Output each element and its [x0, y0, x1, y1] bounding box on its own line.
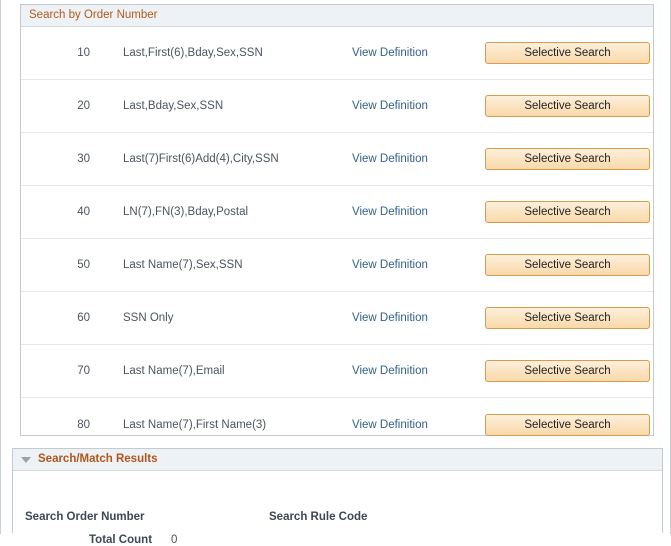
search-rule-description: Last Name(7),First Name(3) [123, 418, 267, 431]
search-rule-description: LN(7),FN(3),Bday,Postal [123, 206, 249, 218]
view-definition-cell: View Definition [352, 47, 464, 59]
selective-search-button[interactable]: Selective Search [485, 201, 650, 223]
selective-search-button[interactable]: Selective Search [485, 95, 650, 117]
view-definition-link[interactable]: View Definition [352, 259, 428, 271]
order-number-value: 30 [77, 153, 90, 165]
selective-search-button[interactable]: Selective Search [485, 42, 650, 64]
search-by-order-number-header: Search by Order Number [21, 5, 653, 27]
view-definition-link[interactable]: View Definition [352, 47, 428, 59]
search-by-order-number-title: Search by Order Number [29, 8, 158, 21]
table-row: 40 LN(7),FN(3),Bday,Postal View Definition… [21, 186, 653, 239]
selective-search-button[interactable]: Selective Search [485, 360, 650, 382]
selective-search-cell: Selective Search [485, 360, 650, 382]
table-row: 70 Last Name(7),Email View Definition Selec… [21, 345, 653, 398]
table-row: 10 Last,First(6),Bday,Sex,SSN View Definit… [21, 27, 653, 80]
total-count-label: Total Count [89, 534, 153, 546]
selective-search-cell: Selective Search [485, 254, 650, 276]
triangle-down-icon[interactable] [21, 456, 31, 463]
search-match-results-title: Search/Match Results [38, 452, 158, 465]
view-definition-link[interactable]: View Definition [352, 419, 428, 431]
order-number-value: 70 [77, 365, 90, 377]
total-count-value: 0 [171, 534, 178, 546]
view-definition-link[interactable]: View Definition [352, 100, 428, 112]
selective-search-button[interactable]: Selective Search [485, 307, 650, 329]
search-match-results-body: Search Order Number Search Rule Code Tot… [13, 471, 662, 546]
order-number-value: 10 [77, 47, 90, 59]
table-row: 20 Last,Bday,Sex,SSN View Definition Select… [21, 80, 653, 133]
search-rule-code-label: Search Rule Code [269, 511, 368, 523]
view-definition-cell: View Definition [352, 419, 464, 431]
view-definition-cell: View Definition [352, 153, 464, 165]
table-row: 60 SSN Only View Definition Selective Searc… [21, 292, 653, 345]
selective-search-cell: Selective Search [485, 42, 650, 64]
table-row: 80 Last Name(7),First Name(3) View Definit… [21, 398, 653, 451]
view-definition-link[interactable]: View Definition [352, 365, 428, 377]
search-match-results-header[interactable]: Search/Match Results [13, 449, 662, 471]
table-row: 30 Last(7)First(6)Add(4),City,SSN View Def… [21, 133, 653, 186]
selective-search-button[interactable]: Selective Search [485, 413, 650, 436]
search-rule-description: Last Name(7),Email [123, 365, 225, 377]
search-match-results-panel: Search/Match Results Search Order Number… [12, 448, 663, 546]
search-rule-description: Last(7)First(6)Add(4),City,SSN [123, 153, 279, 165]
search-rule-description: Last Name(7),Sex,SSN [123, 259, 243, 271]
order-number-value: 40 [77, 206, 90, 218]
view-definition-link[interactable]: View Definition [352, 206, 428, 218]
order-number-value: 50 [77, 259, 90, 271]
selective-search-cell: Selective Search [485, 148, 650, 170]
order-number-value: 60 [77, 312, 90, 324]
order-number-value: 80 [77, 418, 90, 431]
search-match-page: Search by Order Number 10 Last,First(6),B… [0, 0, 671, 546]
selective-search-cell: Selective Search [485, 95, 650, 117]
view-definition-link[interactable]: View Definition [352, 312, 428, 324]
search-order-rows: 10 Last,First(6),Bday,Sex,SSN View Definit… [21, 27, 653, 451]
view-definition-cell: View Definition [352, 259, 464, 271]
view-definition-cell: View Definition [352, 100, 464, 112]
selective-search-button[interactable]: Selective Search [485, 148, 650, 170]
order-number-value: 20 [77, 100, 90, 112]
view-definition-link[interactable]: View Definition [352, 153, 428, 165]
selective-search-cell: Selective Search [485, 413, 650, 436]
selective-search-cell: Selective Search [485, 201, 650, 223]
selective-search-cell: Selective Search [485, 307, 650, 329]
view-definition-cell: View Definition [352, 312, 464, 324]
search-rule-description: Last,Bday,Sex,SSN [123, 100, 224, 112]
view-definition-cell: View Definition [352, 206, 464, 218]
search-order-number-label: Search Order Number [25, 511, 145, 523]
selective-search-button[interactable]: Selective Search [485, 254, 650, 276]
view-definition-cell: View Definition [352, 365, 464, 377]
search-rule-description: Last,First(6),Bday,Sex,SSN [123, 47, 263, 59]
search-by-order-number-panel: Search by Order Number 10 Last,First(6),B… [20, 4, 654, 436]
table-row: 50 Last Name(7),Sex,SSN View Definition Sel… [21, 239, 653, 292]
search-rule-description: SSN Only [123, 312, 174, 324]
